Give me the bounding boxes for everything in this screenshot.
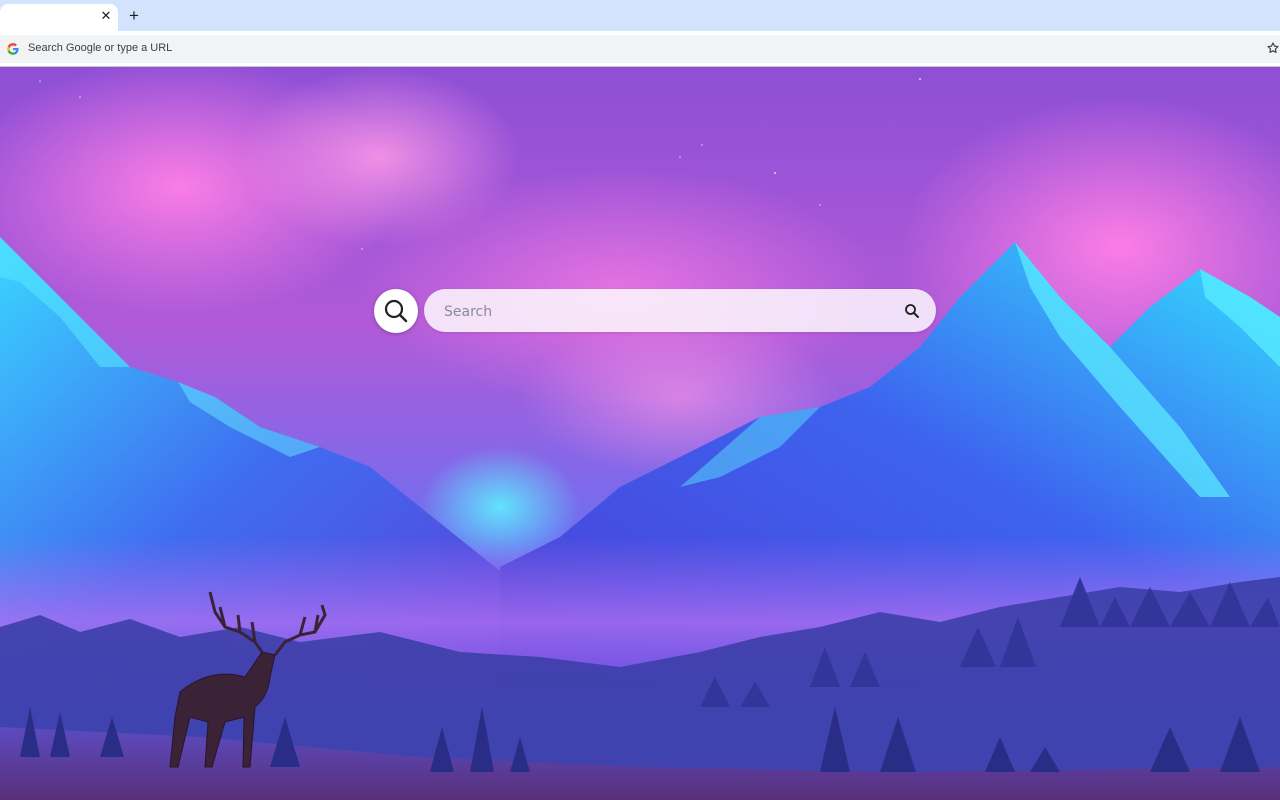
omnibox-placeholder: Search Google or type a URL	[28, 42, 173, 54]
tab-new-tab[interactable]: ✕	[0, 4, 118, 31]
tab-strip: ✕ +	[0, 0, 1280, 31]
bookmark-star-icon[interactable]	[1266, 41, 1280, 55]
toolbar: Search Google or type a URL	[0, 31, 1280, 67]
google-g-icon	[7, 43, 19, 55]
close-icon[interactable]: ✕	[98, 8, 114, 24]
search-input[interactable]	[442, 289, 886, 334]
search-icon[interactable]	[904, 303, 920, 319]
background-wallpaper	[0, 67, 1280, 800]
search-bar[interactable]	[424, 289, 936, 334]
magnifier-icon	[384, 299, 408, 323]
omnibox[interactable]: Search Google or type a URL	[0, 35, 1280, 63]
search-logo-button[interactable]	[374, 289, 418, 333]
new-tab-page	[0, 67, 1280, 800]
browser-window: ✕ + Search Google or type a URL	[0, 0, 1280, 800]
new-tab-button[interactable]: +	[124, 6, 144, 26]
